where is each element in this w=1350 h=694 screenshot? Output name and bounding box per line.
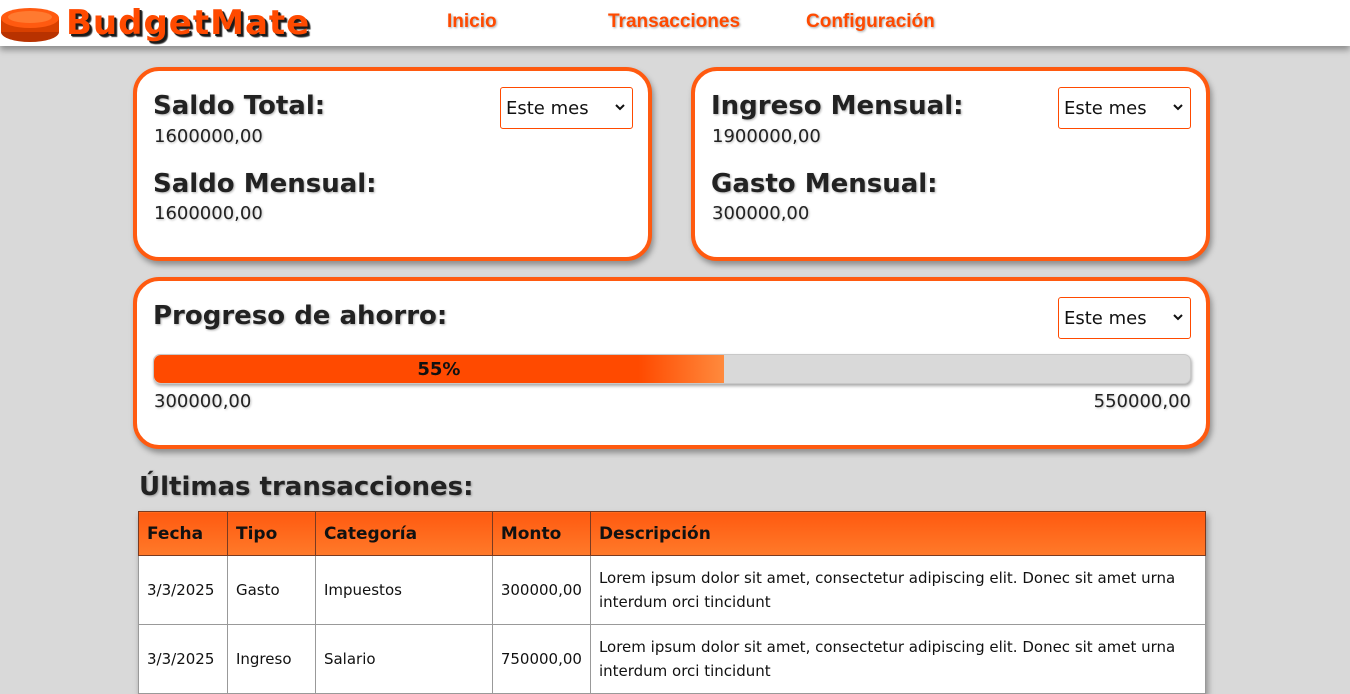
cell-descripcion: Lorem ipsum dolor sit amet, consectetur …: [589, 555, 1207, 625]
chevron-down-icon: [1173, 104, 1183, 111]
income-period-value: Este mes: [1064, 97, 1147, 119]
monthly-expense-value: 300000,00: [712, 203, 810, 224]
column-header-fecha[interactable]: Fecha: [138, 511, 228, 556]
income-period-select[interactable]: Este mes: [1058, 87, 1191, 129]
savings-progress-bar: 55%: [153, 354, 1191, 384]
logo-text: BudgetMate: [66, 3, 311, 43]
monthly-balance-value: 1600000,00: [154, 203, 263, 224]
table-row[interactable]: 3/3/2025 Gasto Impuestos 300000,00 Lorem…: [138, 555, 1207, 625]
cell-fecha: 3/3/2025: [138, 555, 228, 625]
savings-goal-value: 550000,00: [1093, 391, 1191, 412]
income-expense-card: Ingreso Mensual: 1900000,00 Gasto Mensua…: [691, 67, 1210, 261]
cell-monto: 300000,00: [491, 555, 591, 625]
nav-transacciones[interactable]: Transacciones: [608, 11, 740, 33]
cell-tipo: Gasto: [226, 555, 316, 625]
logo[interactable]: BudgetMate: [0, 2, 310, 44]
nav-inicio[interactable]: Inicio: [447, 11, 497, 33]
transactions-table: Fecha Tipo Categoría Monto Descripción 3…: [138, 511, 1207, 694]
monthly-income-label: Ingreso Mensual:: [711, 91, 964, 121]
top-navbar: BudgetMate Inicio Transacciones Configur…: [0, 0, 1350, 46]
total-balance-value: 1600000,00: [154, 126, 263, 147]
column-header-descripcion[interactable]: Descripción: [589, 511, 1207, 556]
cell-tipo: Ingreso: [226, 624, 316, 694]
coin-stack-icon: [0, 4, 62, 42]
column-header-monto[interactable]: Monto: [491, 511, 591, 556]
savings-current-value: 300000,00: [154, 391, 252, 412]
cell-monto: 750000,00: [491, 624, 591, 694]
savings-progress-percent: 55%: [417, 358, 461, 380]
table-header-row: Fecha Tipo Categoría Monto Descripción: [138, 511, 1207, 556]
chevron-down-icon: [1173, 314, 1183, 321]
monthly-balance-label: Saldo Mensual:: [153, 169, 377, 199]
column-header-categoria[interactable]: Categoría: [314, 511, 493, 556]
savings-period-value: Este mes: [1064, 307, 1147, 329]
savings-progress-card: Progreso de ahorro: Este mes 55% 300000,…: [133, 277, 1210, 449]
cell-categoria: Impuestos: [314, 555, 493, 625]
savings-progress-label: Progreso de ahorro:: [153, 301, 448, 331]
balance-period-select[interactable]: Este mes: [500, 87, 633, 129]
nav-configuracion[interactable]: Configuración: [806, 11, 935, 33]
balance-period-value: Este mes: [506, 97, 589, 119]
monthly-expense-label: Gasto Mensual:: [711, 169, 938, 199]
column-header-tipo[interactable]: Tipo: [226, 511, 316, 556]
table-row[interactable]: 3/3/2025 Ingreso Salario 750000,00 Lorem…: [138, 624, 1207, 694]
balance-card: Saldo Total: 1600000,00 Saldo Mensual: 1…: [133, 67, 652, 261]
total-balance-label: Saldo Total:: [153, 91, 326, 121]
cell-fecha: 3/3/2025: [138, 624, 228, 694]
cell-categoria: Salario: [314, 624, 493, 694]
chevron-down-icon: [615, 104, 625, 111]
monthly-income-value: 1900000,00: [712, 126, 821, 147]
cell-descripcion: Lorem ipsum dolor sit amet, consectetur …: [589, 624, 1207, 694]
savings-period-select[interactable]: Este mes: [1058, 297, 1191, 339]
transactions-title: Últimas transacciones:: [139, 472, 474, 502]
